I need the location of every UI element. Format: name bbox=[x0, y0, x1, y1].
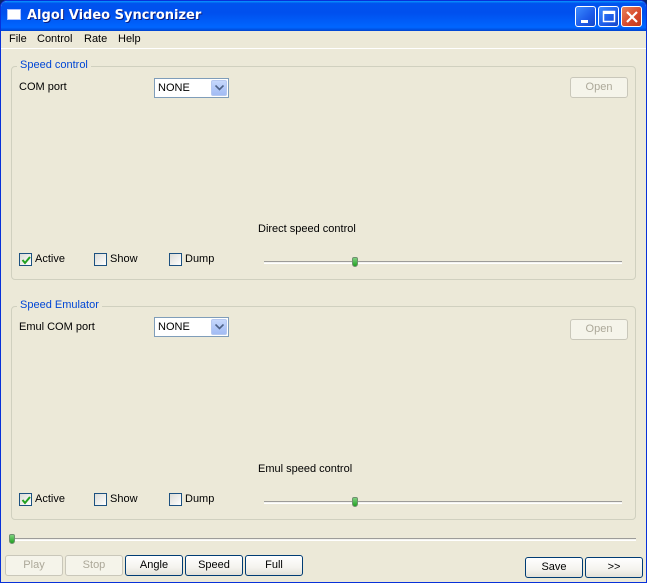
speed-control-group: Speed control COM port NONE Open Direct … bbox=[11, 59, 636, 280]
speed-emulator-group: Speed Emulator Emul COM port NONE Open E… bbox=[11, 299, 636, 520]
checkbox-box[interactable] bbox=[169, 493, 182, 506]
checkmark-icon bbox=[21, 256, 31, 265]
position-slider[interactable] bbox=[9, 534, 636, 544]
checkbox-label: Dump bbox=[185, 493, 215, 505]
menu-control[interactable]: Control bbox=[37, 33, 72, 45]
checkbox-label: Active bbox=[35, 253, 65, 265]
checkbox-label: Show bbox=[110, 253, 138, 265]
checkbox-box[interactable] bbox=[169, 253, 182, 266]
checkbox-label: Show bbox=[110, 493, 138, 505]
main-window: Algol Video Syncronizer File Control Rat… bbox=[0, 0, 647, 583]
minimize-button[interactable] bbox=[575, 6, 596, 27]
checkbox-label: Active bbox=[35, 493, 65, 505]
menu-rate[interactable]: Rate bbox=[84, 33, 107, 45]
full-button[interactable]: Full bbox=[245, 555, 303, 576]
more-button[interactable]: >> bbox=[585, 557, 643, 578]
emul-com-port-select[interactable]: NONE bbox=[154, 317, 229, 337]
direct-speed-slider[interactable] bbox=[264, 257, 622, 267]
menu-bar: File Control Rate Help bbox=[1, 31, 646, 49]
speed-emulator-title: Speed Emulator bbox=[17, 299, 102, 311]
close-icon bbox=[626, 11, 638, 23]
checkbox-box[interactable] bbox=[19, 253, 32, 266]
speed-control-title: Speed control bbox=[17, 59, 91, 71]
emul-com-port-value: NONE bbox=[158, 321, 190, 333]
menu-file[interactable]: File bbox=[9, 33, 27, 45]
speed-active-checkbox[interactable]: Active bbox=[19, 253, 79, 267]
speed-dump-checkbox[interactable]: Dump bbox=[169, 253, 229, 267]
save-button[interactable]: Save bbox=[525, 557, 583, 578]
menu-help[interactable]: Help bbox=[118, 33, 141, 45]
checkbox-box[interactable] bbox=[94, 493, 107, 506]
emul-speed-label: Emul speed control bbox=[258, 463, 353, 475]
com-port-select[interactable]: NONE bbox=[154, 78, 229, 98]
direct-speed-label: Direct speed control bbox=[258, 223, 356, 235]
com-port-label: COM port bbox=[19, 81, 67, 93]
checkbox-box[interactable] bbox=[94, 253, 107, 266]
maximize-button[interactable] bbox=[598, 6, 619, 27]
slider-thumb[interactable] bbox=[352, 497, 358, 507]
emul-active-checkbox[interactable]: Active bbox=[19, 493, 79, 507]
window-title: Algol Video Syncronizer bbox=[27, 8, 202, 23]
checkbox-label: Dump bbox=[185, 253, 215, 265]
chevron-down-icon[interactable] bbox=[211, 80, 227, 96]
checkmark-icon bbox=[21, 496, 31, 505]
emul-com-port-label: Emul COM port bbox=[19, 321, 95, 333]
close-button[interactable] bbox=[621, 6, 642, 27]
emul-show-checkbox[interactable]: Show bbox=[94, 493, 154, 507]
app-window-icon bbox=[7, 9, 21, 20]
speed-button[interactable]: Speed bbox=[185, 555, 243, 576]
emul-speed-slider[interactable] bbox=[264, 497, 622, 507]
slider-thumb[interactable] bbox=[9, 534, 15, 544]
angle-button[interactable]: Angle bbox=[125, 555, 183, 576]
com-port-value: NONE bbox=[158, 82, 190, 94]
speed-open-button[interactable]: Open bbox=[570, 77, 628, 98]
chevron-down-icon[interactable] bbox=[211, 319, 227, 335]
checkbox-box[interactable] bbox=[19, 493, 32, 506]
emul-open-button[interactable]: Open bbox=[570, 319, 628, 340]
emul-dump-checkbox[interactable]: Dump bbox=[169, 493, 229, 507]
title-bar[interactable]: Algol Video Syncronizer bbox=[1, 1, 646, 31]
stop-button[interactable]: Stop bbox=[65, 555, 123, 576]
slider-thumb[interactable] bbox=[352, 257, 358, 267]
maximize-icon bbox=[602, 10, 616, 23]
speed-show-checkbox[interactable]: Show bbox=[94, 253, 154, 267]
play-button[interactable]: Play bbox=[5, 555, 63, 576]
minimize-icon bbox=[581, 20, 588, 23]
